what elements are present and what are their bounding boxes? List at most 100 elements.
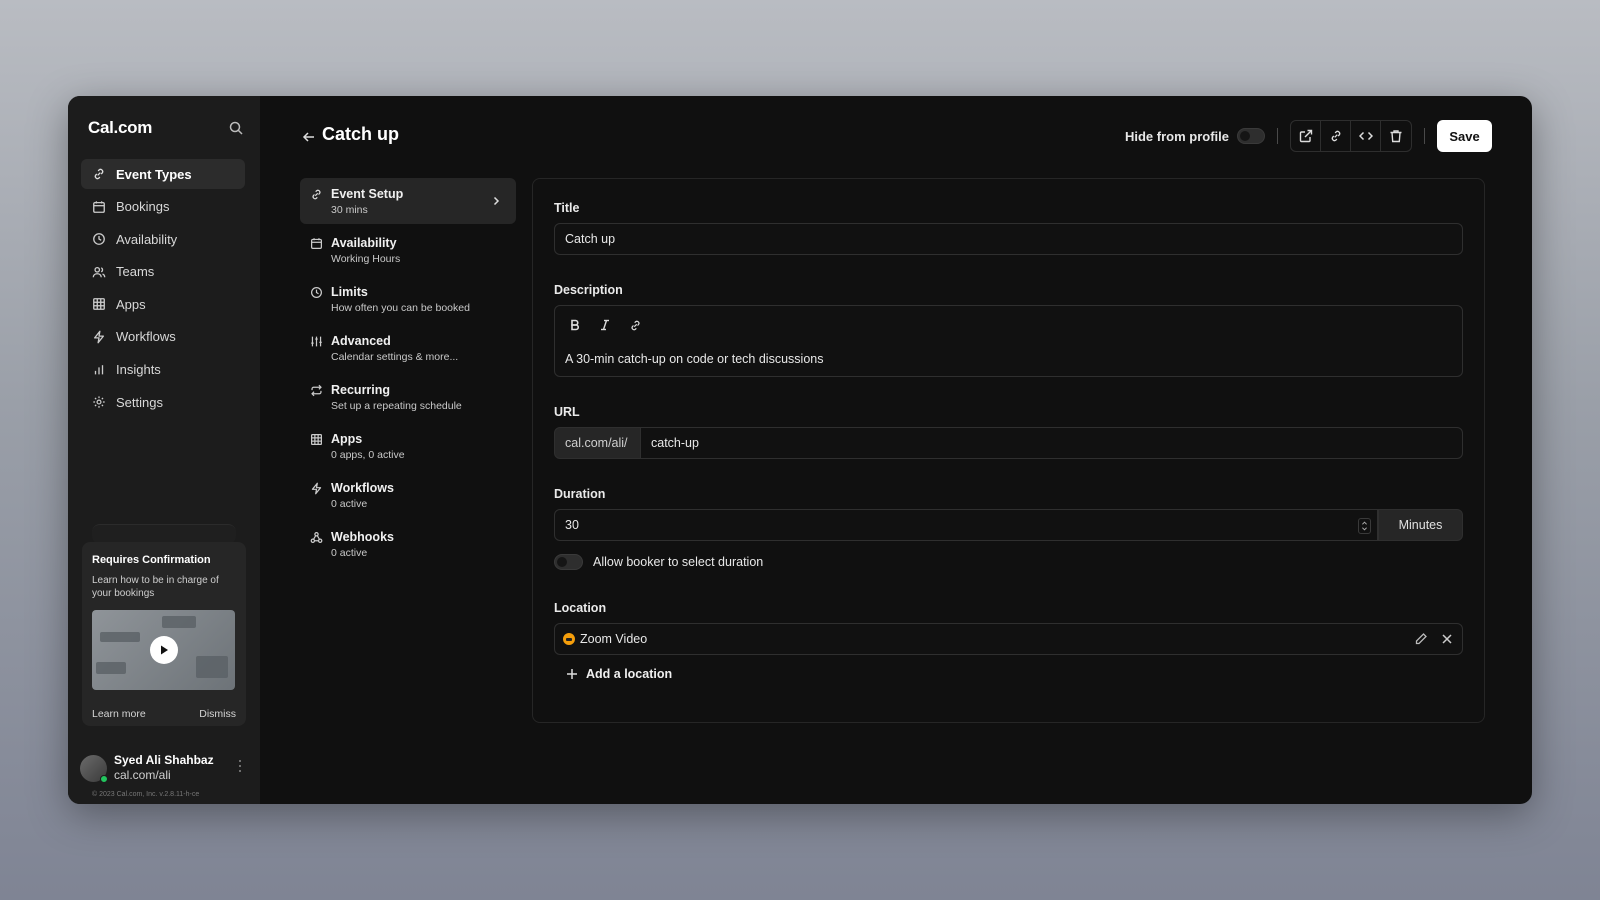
- step-title: Workflows: [331, 481, 394, 495]
- copyright: © 2023 Cal.com, Inc. v.2.8.11-h-ce: [92, 791, 200, 798]
- description-label: Description: [554, 283, 623, 297]
- step-apps[interactable]: Apps 0 apps, 0 active: [300, 423, 516, 469]
- step-limits[interactable]: Limits How often you can be booked: [300, 276, 516, 322]
- more-vertical-icon[interactable]: [238, 759, 242, 773]
- clock-icon: [311, 287, 322, 298]
- sidebar-item-bookings[interactable]: Bookings: [81, 192, 245, 222]
- duration-input[interactable]: 30: [554, 509, 1378, 541]
- grid-icon: [93, 298, 105, 311]
- bar-chart-icon: [94, 364, 104, 374]
- location-item[interactable]: Zoom Video: [554, 623, 1463, 655]
- pencil-icon[interactable]: [1414, 632, 1428, 646]
- duration-value: 30: [565, 518, 579, 532]
- promo-card: Requires Confirmation Learn how to be in…: [82, 542, 246, 726]
- sidebar-item-apps[interactable]: Apps: [81, 289, 245, 319]
- code-icon: [1358, 131, 1373, 141]
- step-event-setup[interactable]: Event Setup 30 mins: [300, 178, 516, 224]
- avatar: [80, 754, 108, 783]
- step-subtitle: 0 active: [331, 498, 368, 510]
- action-icon-group: [1290, 120, 1412, 152]
- bold-icon[interactable]: [567, 317, 583, 333]
- logo[interactable]: Cal.com: [88, 118, 152, 138]
- step-title: Event Setup: [331, 187, 404, 201]
- user-handle: cal.com/ali: [114, 768, 171, 782]
- preview-button[interactable]: [1291, 121, 1321, 151]
- zap-icon: [93, 330, 105, 344]
- url-slug-input[interactable]: catch-up: [640, 427, 1463, 459]
- sidebar-nav: Event Types Bookings Availability Teams …: [81, 159, 245, 420]
- step-title: Availability: [331, 236, 397, 250]
- dismiss-link[interactable]: Dismiss: [199, 708, 236, 720]
- calendar-icon: [311, 238, 322, 249]
- grid-icon: [311, 434, 322, 445]
- title-input[interactable]: Catch up: [554, 223, 1463, 255]
- repeat-icon: [311, 384, 322, 397]
- step-workflows[interactable]: Workflows 0 active: [300, 472, 516, 518]
- save-button[interactable]: Save: [1437, 120, 1492, 152]
- search-icon[interactable]: [228, 120, 244, 136]
- sidebar-item-label: Availability: [116, 231, 178, 247]
- sidebar-item-label: Teams: [116, 264, 155, 280]
- link-icon: [94, 168, 104, 180]
- sidebar-item-workflows[interactable]: Workflows: [81, 322, 245, 352]
- copy-link-button[interactable]: [1321, 121, 1351, 151]
- step-title: Recurring: [331, 383, 391, 397]
- duration-label: Duration: [554, 487, 606, 501]
- close-icon[interactable]: [1440, 632, 1454, 646]
- step-title: Apps: [331, 432, 363, 446]
- gear-icon: [93, 396, 105, 408]
- link-icon[interactable]: [627, 317, 643, 333]
- sidebar-item-settings[interactable]: Settings: [81, 387, 245, 417]
- play-icon[interactable]: [150, 636, 178, 664]
- step-availability[interactable]: Availability Working Hours: [300, 227, 516, 273]
- step-subtitle: Calendar settings & more...: [331, 351, 459, 363]
- location-name: Zoom Video: [580, 632, 648, 646]
- step-recurring[interactable]: Recurring Set up a repeating schedule: [300, 374, 516, 420]
- italic-icon[interactable]: [597, 317, 613, 333]
- hide-from-profile-toggle[interactable]: [1237, 128, 1265, 144]
- sidebar-item-insights[interactable]: Insights: [81, 355, 245, 385]
- allow-booker-duration-row: Allow booker to select duration: [554, 554, 763, 570]
- sidebar-item-event-types[interactable]: Event Types: [81, 159, 245, 189]
- clock-icon: [93, 233, 105, 246]
- link-icon: [312, 189, 321, 200]
- divider: [1424, 128, 1425, 144]
- plus-icon: [567, 669, 577, 679]
- description-text: A 30-min catch-up on code or tech discus…: [565, 352, 824, 366]
- hide-from-profile-label: Hide from profile: [1124, 128, 1229, 144]
- sidebar-item-teams[interactable]: Teams: [81, 257, 245, 287]
- step-title: Advanced: [331, 334, 391, 348]
- step-title: Limits: [331, 285, 368, 299]
- main-content: Catch up Hide from profile Save Event Se…: [260, 96, 1532, 804]
- header-actions: Hide from profile Save: [1125, 120, 1492, 152]
- number-stepper-icon[interactable]: [1358, 518, 1371, 534]
- delete-button[interactable]: [1381, 121, 1411, 151]
- embed-button[interactable]: [1351, 121, 1381, 151]
- calendar-icon: [93, 200, 105, 213]
- external-link-icon: [1299, 129, 1312, 143]
- webhook-icon: [310, 532, 323, 543]
- sliders-icon: [311, 336, 322, 347]
- sidebar-item-label: Bookings: [116, 199, 170, 215]
- learn-more-link[interactable]: Learn more: [92, 708, 146, 720]
- sidebar-item-availability[interactable]: Availability: [81, 224, 245, 254]
- user-menu[interactable]: Syed Ali Shahbaz cal.com/ali: [80, 751, 248, 785]
- step-subtitle: Set up a repeating schedule: [331, 400, 462, 412]
- step-advanced[interactable]: Advanced Calendar settings & more...: [300, 325, 516, 371]
- add-location-button[interactable]: Add a location: [566, 667, 672, 681]
- sidebar: Cal.com Event Types Bookings Availabilit…: [68, 96, 260, 804]
- location-actions: [1414, 632, 1454, 646]
- app-window: Cal.com Event Types Bookings Availabilit…: [68, 96, 1532, 804]
- step-subtitle: 0 active: [331, 547, 368, 559]
- step-subtitle: How often you can be booked: [331, 302, 470, 314]
- title-label: Title: [554, 201, 580, 215]
- allow-booker-duration-toggle[interactable]: [554, 554, 583, 570]
- allow-booker-duration-label: Allow booker to select duration: [593, 555, 764, 569]
- event-setup-panel: Title Catch up Description A 30-min catc…: [532, 178, 1485, 723]
- promo-video-thumbnail[interactable]: [92, 610, 235, 690]
- arrow-left-icon[interactable]: [302, 130, 316, 144]
- zoom-icon: [563, 633, 575, 645]
- description-editor[interactable]: A 30-min catch-up on code or tech discus…: [554, 305, 1463, 377]
- online-status-dot: [100, 774, 108, 783]
- step-webhooks[interactable]: Webhooks 0 active: [300, 521, 516, 567]
